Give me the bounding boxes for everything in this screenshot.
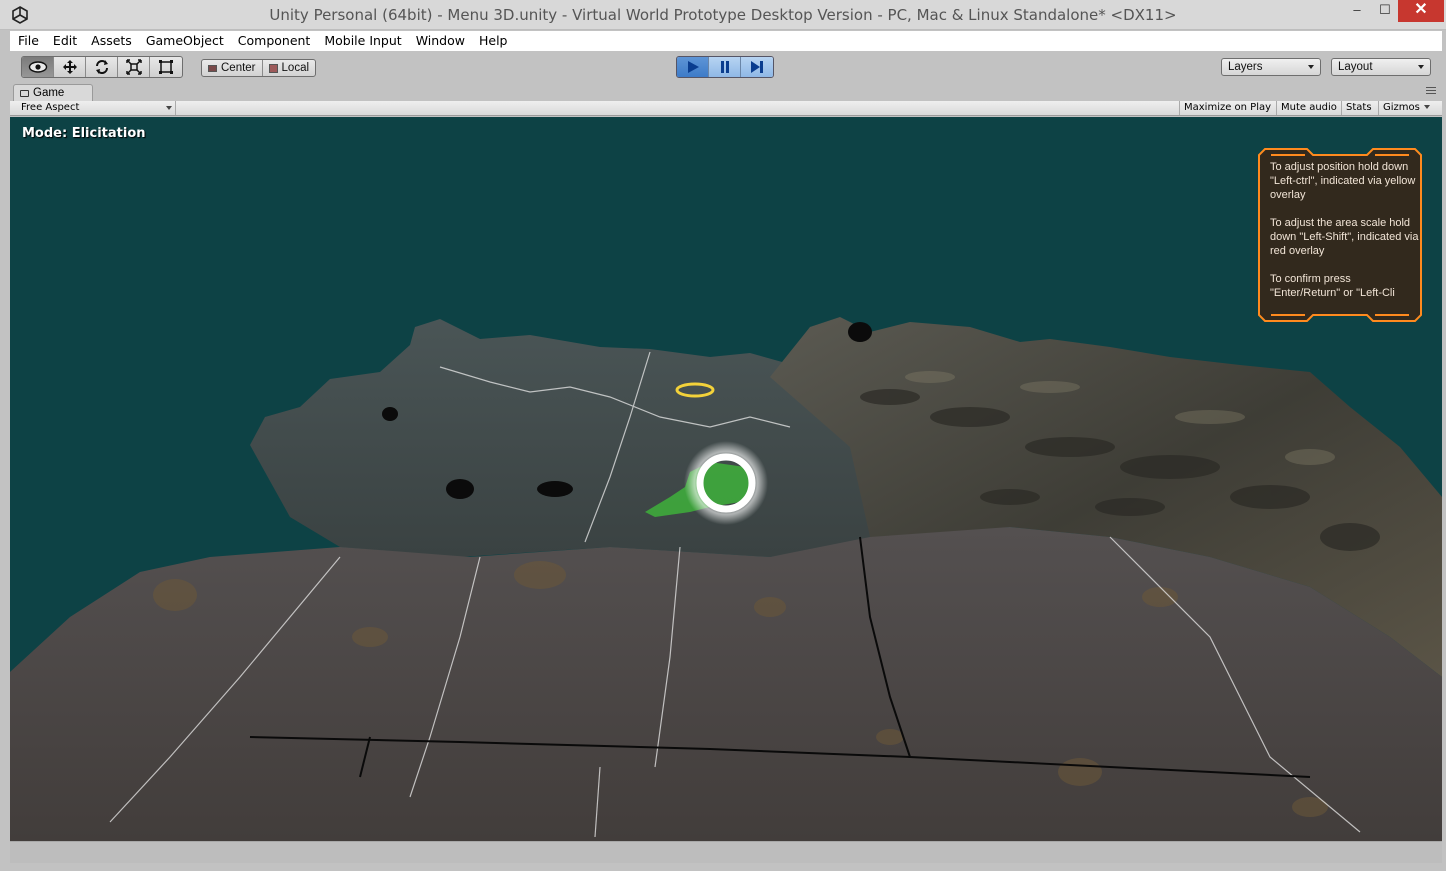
pivot-center-toggle[interactable]: Center bbox=[202, 60, 263, 76]
menu-mobile-input[interactable]: Mobile Input bbox=[317, 31, 408, 51]
gizmos-dropdown[interactable]: Gizmos bbox=[1378, 101, 1434, 115]
layers-dropdown[interactable]: Layers bbox=[1221, 58, 1321, 76]
pivot-local-toggle[interactable]: Local bbox=[263, 60, 315, 76]
game-viewport[interactable]: Mode: Elicitation To adjust position hol… bbox=[10, 117, 1442, 841]
seafloor-tiles bbox=[10, 527, 1442, 841]
move-icon bbox=[62, 60, 77, 74]
menu-help[interactable]: Help bbox=[472, 31, 515, 51]
pause-icon bbox=[720, 61, 729, 73]
tab-game-label: Game bbox=[33, 86, 65, 99]
local-rotation-icon bbox=[268, 63, 278, 73]
close-button[interactable]: ✕ bbox=[1398, 0, 1444, 22]
rotate-icon bbox=[95, 60, 108, 74]
seafloor-terrain-scene bbox=[10, 317, 1442, 841]
mute-audio-toggle[interactable]: Mute audio bbox=[1276, 101, 1341, 115]
main-toolbar: Center Local Layers Layout bbox=[10, 51, 1442, 84]
step-icon bbox=[751, 61, 763, 73]
left-rock-mass bbox=[250, 319, 880, 557]
hand-tool-button[interactable] bbox=[22, 57, 54, 77]
transform-tools bbox=[21, 56, 183, 78]
chevron-down-icon bbox=[1423, 105, 1430, 109]
maximize-button[interactable]: ☐ bbox=[1370, 0, 1400, 22]
chevron-down-icon bbox=[1308, 65, 1314, 69]
unity-editor-window: Unity Personal (64bit) - Menu 3D.unity -… bbox=[0, 0, 1446, 871]
panel-menu-icon[interactable] bbox=[1426, 87, 1436, 97]
pivot-toggles: Center Local bbox=[201, 59, 317, 77]
game-tab-bar: Game bbox=[10, 84, 1442, 101]
center-pivot-icon bbox=[208, 64, 217, 72]
scale-tool-button[interactable] bbox=[118, 57, 150, 77]
help-panel: To adjust position hold down "Left-ctrl"… bbox=[1257, 147, 1423, 323]
rect-tool-button[interactable] bbox=[150, 57, 182, 77]
play-button[interactable] bbox=[677, 57, 709, 77]
pivot-local-label: Local bbox=[281, 62, 310, 74]
scale-icon bbox=[125, 59, 142, 75]
menu-component[interactable]: Component bbox=[231, 31, 318, 51]
layers-label: Layers bbox=[1228, 61, 1263, 73]
step-button[interactable] bbox=[741, 57, 773, 77]
menu-edit[interactable]: Edit bbox=[46, 31, 84, 51]
chevron-down-icon bbox=[1418, 65, 1424, 69]
maximize-on-play-toggle[interactable]: Maximize on Play bbox=[1179, 101, 1275, 115]
aspect-dropdown[interactable]: Free Aspect bbox=[10, 101, 176, 115]
game-view-icon bbox=[20, 89, 29, 97]
status-bar bbox=[10, 841, 1442, 863]
menu-file[interactable]: File bbox=[10, 31, 46, 51]
menu-bar: File Edit Assets GameObject Component Mobile … bbox=[10, 31, 1442, 51]
menu-assets[interactable]: Assets bbox=[84, 31, 139, 51]
window-title-bar: Unity Personal (64bit) - Menu 3D.unity -… bbox=[0, 0, 1446, 30]
minimize-button[interactable]: ‒ bbox=[1342, 0, 1372, 22]
pause-button[interactable] bbox=[709, 57, 741, 77]
layout-label: Layout bbox=[1338, 61, 1373, 73]
aspect-label: Free Aspect bbox=[21, 102, 80, 113]
rotate-tool-button[interactable] bbox=[86, 57, 118, 77]
help-text: To adjust position hold down "Left-ctrl"… bbox=[1270, 161, 1419, 299]
layout-dropdown[interactable]: Layout bbox=[1331, 58, 1431, 76]
play-icon bbox=[687, 61, 699, 73]
playback-controls bbox=[676, 56, 774, 78]
rect-tool-icon bbox=[159, 60, 173, 74]
menu-gameobject[interactable]: GameObject bbox=[139, 31, 231, 51]
pivot-center-label: Center bbox=[221, 62, 256, 74]
menu-window[interactable]: Window bbox=[409, 31, 472, 51]
window-title: Unity Personal (64bit) - Menu 3D.unity -… bbox=[269, 6, 1177, 24]
tab-game[interactable]: Game bbox=[13, 84, 93, 101]
stats-toggle[interactable]: Stats bbox=[1341, 101, 1376, 115]
move-tool-button[interactable] bbox=[54, 57, 86, 77]
gizmos-label: Gizmos bbox=[1383, 102, 1420, 113]
game-view-controls: Free Aspect Maximize on Play Mute audio … bbox=[10, 101, 1442, 116]
eye-icon bbox=[28, 61, 47, 73]
chevron-down-icon bbox=[166, 106, 172, 110]
mode-label: Mode: Elicitation bbox=[22, 126, 146, 141]
